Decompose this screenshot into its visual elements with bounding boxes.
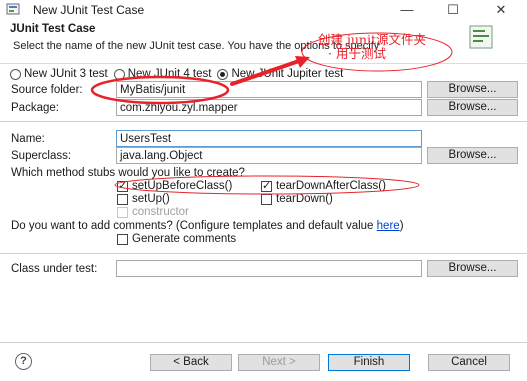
annotation-text: 创建 junit源文件夹 · 用于测试 bbox=[318, 33, 426, 61]
stubs-highlight-circle bbox=[114, 175, 420, 195]
annotation-line-1: 创建 junit源文件夹 bbox=[318, 32, 426, 47]
red-annotation-overlay bbox=[90, 32, 453, 195]
annotation-arrow-shaft bbox=[230, 58, 304, 86]
annotation-line-2: · 用于测试 bbox=[328, 46, 386, 61]
source-folder-highlight-circle bbox=[90, 75, 230, 105]
